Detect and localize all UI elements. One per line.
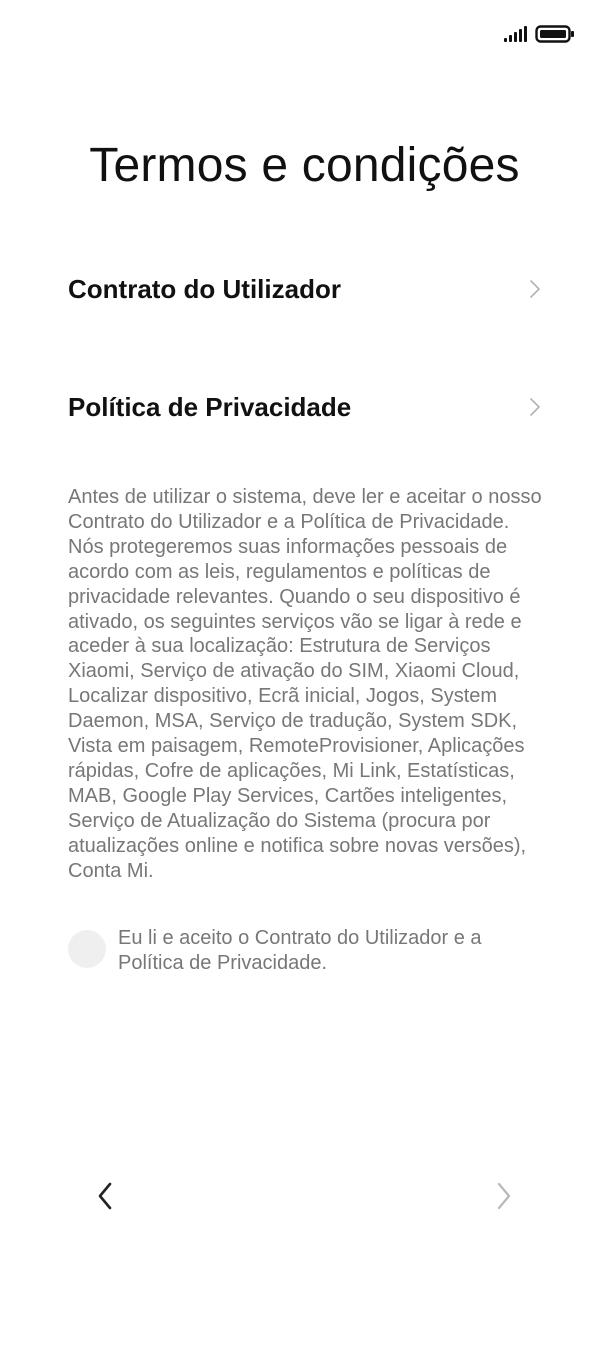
chevron-right-icon	[530, 280, 540, 298]
status-bar	[504, 22, 575, 46]
consent-radio[interactable]	[68, 930, 106, 968]
battery-icon	[535, 25, 574, 43]
back-button[interactable]	[85, 1176, 125, 1216]
privacy-policy-link[interactable]: Política de Privacidade	[68, 377, 542, 437]
chevron-right-icon	[497, 1182, 511, 1210]
consent-label: Eu li e aceito o Contrato do Utilizador …	[118, 927, 482, 974]
chevron-right-icon	[530, 398, 540, 416]
page-title: Termos e condições	[89, 139, 520, 192]
user-agreement-link[interactable]: Contrato do Utilizador	[68, 259, 542, 319]
terms-description: Antes de utilizar o sistema, deve ler e …	[68, 486, 542, 882]
signal-icon	[504, 26, 527, 42]
consent-checkbox[interactable]: Eu li e aceito o Contrato do Utilizador …	[68, 926, 548, 976]
privacy-policy-label: Política de Privacidade	[68, 391, 352, 422]
user-agreement-label: Contrato do Utilizador	[68, 273, 341, 304]
chevron-left-icon	[98, 1182, 112, 1210]
next-button[interactable]	[484, 1176, 524, 1216]
